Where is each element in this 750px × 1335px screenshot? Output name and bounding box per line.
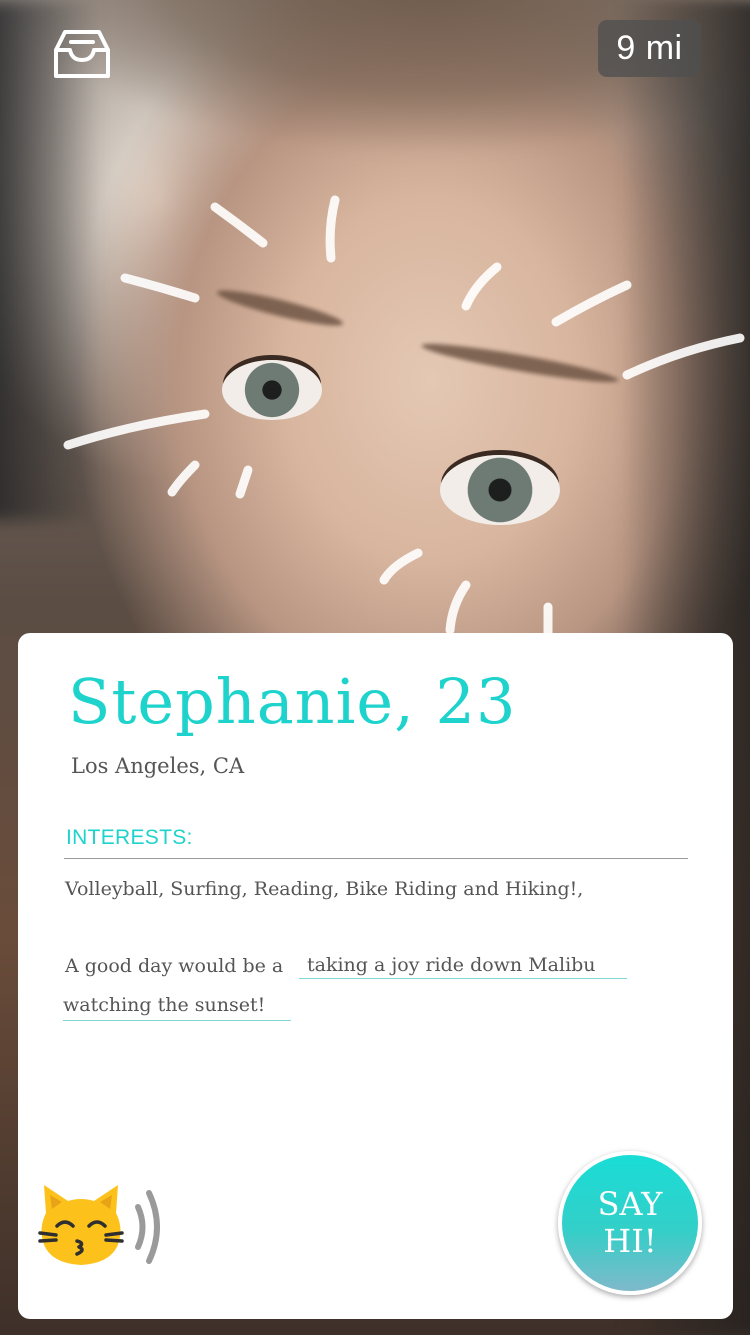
interests-label: INTERESTS: — [66, 826, 193, 849]
sparkle-rays-decoration — [63, 195, 745, 640]
inbox-icon — [54, 30, 110, 78]
say-hi-label-line1: SAY — [597, 1185, 663, 1224]
sound-waves-icon[interactable] — [133, 1183, 173, 1271]
profile-name-age: Stephanie, 23 — [68, 665, 517, 738]
inbox-button[interactable] — [52, 28, 112, 80]
distance-badge: 9 mi — [598, 20, 701, 77]
good-day-answer-line1: taking a joy ride down Malibu — [299, 951, 627, 979]
good-day-prefix: A good day would be a — [65, 955, 284, 977]
good-day-answer-line2: watching the sunset! — [63, 990, 291, 1021]
kissing-cat-icon[interactable] — [38, 1183, 124, 1267]
interests-divider — [64, 858, 688, 859]
say-hi-label-line2: HI! — [603, 1222, 657, 1260]
profile-location: Los Angeles, CA — [71, 754, 245, 778]
interests-text: Volleyball, Surfing, Reading, Bike Ridin… — [65, 878, 584, 900]
profile-card: Stephanie, 23 Los Angeles, CA INTERESTS:… — [18, 633, 733, 1319]
say-hi-button[interactable]: SAY HI! — [558, 1151, 702, 1295]
